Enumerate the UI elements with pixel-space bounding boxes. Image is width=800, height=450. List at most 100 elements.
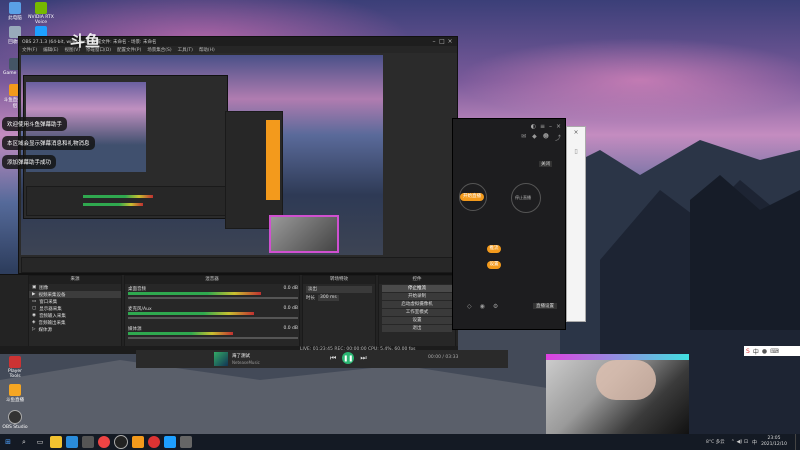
desktop-icon-label: 此电脑 [8, 16, 22, 21]
floating-toolbar: S 中 ● ⌨ [744, 346, 800, 356]
sogou-icon[interactable]: S [746, 348, 750, 355]
douyu-settings-button[interactable]: 设置 [487, 261, 501, 269]
nvidia-icon [35, 2, 47, 14]
studio-mode-button[interactable]: 工作室模式 [382, 309, 452, 316]
gift-icon[interactable]: ◆ [532, 133, 537, 145]
user-icon[interactable]: ☻ [543, 133, 549, 145]
lock-icon[interactable]: ◉ [480, 303, 485, 310]
share-icon[interactable]: ◇ [467, 303, 472, 310]
ime-lang[interactable]: 中 [753, 347, 759, 356]
channel-name: 麦克风/Aux [128, 307, 152, 312]
source-item[interactable]: ▶ 视频采集设备 [29, 291, 121, 298]
start-live-circle[interactable]: 开始直播 [459, 183, 487, 211]
stop-streaming-button[interactable]: 停止推流 [382, 285, 452, 292]
netease-icon[interactable] [148, 436, 160, 448]
skin-icon[interactable]: ◐ [531, 123, 536, 130]
duration-input[interactable]: 300 ms [318, 295, 339, 301]
volume-meter [128, 332, 234, 335]
live-settings-button[interactable]: 直播设置 [533, 303, 557, 309]
volume-slider[interactable] [128, 317, 298, 319]
chrome-icon[interactable] [98, 436, 110, 448]
source-item[interactable]: ◉ 音频输入采集 [29, 312, 121, 319]
menu-edit[interactable]: 编辑(E) [43, 47, 58, 53]
source-label: 显示器采集 [39, 306, 62, 312]
stop-live-circle[interactable]: 停止直播 [511, 183, 541, 213]
mic-icon[interactable]: ● [762, 348, 767, 355]
channel-name: 桌面音频 [128, 287, 146, 292]
close-icon[interactable]: × [556, 123, 561, 130]
tray-weather[interactable]: 8°C 多云 [706, 439, 725, 445]
edge-icon[interactable] [66, 436, 78, 448]
desktop-icon[interactable]: 此电脑 [2, 2, 28, 21]
tray-icons[interactable]: ⌃ ◀) ⊡ [731, 439, 748, 445]
share-icon[interactable]: ⤴ [555, 133, 561, 145]
nested-meter [83, 203, 143, 206]
douyu-live-icon [9, 384, 21, 396]
track-title: 海了测试 [232, 354, 250, 359]
keyboard-icon[interactable]: ⌨ [770, 348, 779, 355]
settings-icon[interactable] [180, 436, 192, 448]
controls-dock-title: 控件 [379, 276, 455, 284]
douyu-icon[interactable] [132, 436, 144, 448]
volume-slider[interactable] [128, 297, 298, 299]
gear-icon[interactable]: ⚙ [493, 303, 498, 310]
start-icon[interactable]: ⊞ [2, 436, 14, 448]
source-label: 音频输出采集 [38, 320, 66, 326]
source-item[interactable]: ▣ 图像 [29, 284, 121, 291]
explorer-icon[interactable] [50, 436, 62, 448]
source-item[interactable]: ▷ 媒体源 [29, 326, 121, 333]
douyu-titlebar[interactable]: ◐ ≡ – × [453, 119, 565, 133]
speaker-icon: ◈ [32, 320, 36, 325]
menu-help[interactable]: 帮助(H) [199, 47, 215, 53]
volume-meter [128, 292, 261, 295]
next-icon[interactable]: ⏭ [360, 354, 366, 363]
mixer-dock-title: 混音器 [125, 276, 299, 284]
tray-clock[interactable]: 23:05 2021/12/10 [761, 436, 787, 448]
minimize-icon[interactable]: – [549, 123, 552, 130]
source-item[interactable]: ▢ 显示器采集 [29, 305, 121, 312]
close-icon[interactable]: × [446, 38, 454, 45]
qq-icon[interactable] [164, 436, 176, 448]
tray-ime[interactable]: 中 [752, 439, 757, 446]
search-icon[interactable]: ⌕ [18, 436, 30, 448]
transition-select[interactable]: 淡出 [306, 286, 372, 293]
webcam-overlay [269, 215, 339, 253]
media-icon: ▷ [32, 327, 36, 332]
chat-icon[interactable]: ✉ [521, 133, 526, 145]
desktop-icon[interactable]: OBS Studio [2, 410, 28, 430]
virtual-camera-button[interactable]: 启动虚拟摄像机 [382, 301, 452, 308]
menu-file[interactable]: 文件(F) [22, 47, 37, 53]
previous-icon[interactable]: ⏮ [330, 354, 336, 363]
settings-button[interactable]: 设置 [382, 317, 452, 324]
show-desktop-button[interactable] [795, 434, 800, 450]
channel-db: 0.0 dB [283, 286, 298, 291]
menu-profile[interactable]: 配置文件(P) [117, 47, 141, 53]
menu-scene-collection[interactable]: 场景集合(S) [147, 47, 171, 53]
volume-slider[interactable] [128, 337, 298, 339]
desktop-icon[interactable]: 斗鱼直播 [2, 384, 28, 403]
desktop-icon-label: NVIDIA RTX Voice [28, 15, 54, 25]
maximize-icon[interactable]: □ [438, 38, 446, 45]
menu-icon[interactable]: ≡ [540, 123, 545, 130]
start-recording-button[interactable]: 开始录制 [382, 293, 452, 300]
source-item[interactable]: ◈ 音频输出采集 [29, 319, 121, 326]
store-icon[interactable] [82, 436, 94, 448]
close-icon[interactable]: × [567, 129, 585, 136]
close-live-button[interactable]: 关闭 [539, 161, 552, 167]
webcam-window[interactable] [546, 354, 689, 434]
desktop-icon[interactable]: Player Tools [2, 356, 28, 379]
obs-preview[interactable] [21, 55, 383, 255]
rgb-lightbar [546, 354, 689, 360]
desktop-icon[interactable]: NVIDIA RTX Voice [28, 2, 54, 25]
phone-icon[interactable]: ▯ [567, 148, 585, 155]
minimize-icon[interactable]: – [430, 38, 438, 45]
pause-button[interactable]: ❚❚ [342, 352, 355, 364]
task-view-icon[interactable]: ▭ [34, 436, 46, 448]
push-button[interactable]: 推流 [487, 245, 501, 253]
obs-scene-bar [21, 257, 457, 273]
obs-icon[interactable] [114, 435, 128, 449]
exit-button[interactable]: 退出 [382, 325, 452, 332]
menu-tools[interactable]: 工具(T) [178, 47, 193, 53]
nested-docks [26, 186, 226, 216]
source-item[interactable]: ▭ 窗口采集 [29, 298, 121, 305]
